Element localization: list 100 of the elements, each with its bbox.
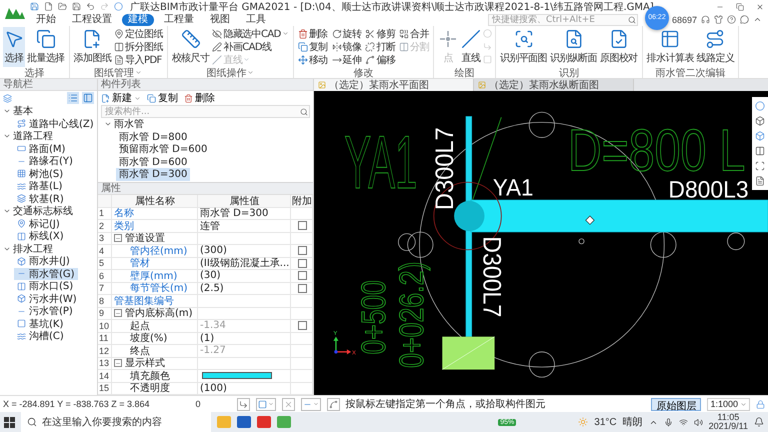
tool-button[interactable] [236, 398, 250, 410]
nav-group-label[interactable]: 交通标志标线 [13, 204, 73, 218]
wifi-icon[interactable] [678, 418, 688, 426]
save-icon[interactable] [72, 2, 81, 11]
panel-view-button[interactable] [82, 92, 94, 104]
ribbon-button[interactable]: 批量选择 [26, 27, 66, 67]
help-icon[interactable] [727, 15, 736, 24]
checkbox[interactable] [298, 284, 307, 293]
component-item[interactable]: 雨水管 D=800 [116, 130, 190, 143]
toolbar-button[interactable]: 复制 [147, 91, 178, 105]
nav-item[interactable]: 软基(R) [14, 192, 67, 205]
tool-button[interactable] [282, 398, 295, 410]
ribbon-button[interactable]: 延伸 [330, 53, 362, 66]
ribbon-button[interactable]: 识别纵断面 [549, 27, 598, 67]
checkbox[interactable] [298, 258, 307, 268]
menu-tab[interactable]: 开始 [30, 14, 62, 26]
lock-icon[interactable] [756, 400, 765, 408]
collapse-toggle[interactable] [114, 359, 122, 368]
ribbon-button[interactable]: 线路定义 [696, 27, 736, 67]
ribbon-button[interactable]: 补画CAD线 [211, 40, 290, 53]
menu-tab[interactable]: 工程量 [158, 14, 200, 26]
circle-icon[interactable] [755, 101, 765, 111]
ribbon-button[interactable]: 选择 [3, 27, 25, 67]
ribbon-button[interactable]: 删除 [296, 27, 329, 40]
menu-tab[interactable]: 视图 [204, 14, 236, 26]
ribbon-button[interactable]: 添加图纸 [72, 27, 112, 67]
scale-select[interactable]: 1:1000 [707, 398, 750, 410]
ribbon-button[interactable]: 打断 [364, 40, 396, 53]
menu-tab[interactable]: 工程设置 [66, 14, 118, 26]
component-search-field[interactable]: 搜索构件... [101, 105, 310, 118]
taskbar-search-field[interactable]: 在这里输入你要搜索的内容 [21, 412, 211, 432]
tool-button[interactable] [326, 398, 340, 410]
nav-item[interactable]: 污水井(W) [14, 292, 80, 305]
tree-group-label[interactable]: 雨水管 [114, 117, 144, 132]
folder-icon[interactable] [58, 2, 67, 11]
ribbon-button[interactable]: 旋转 [330, 27, 362, 40]
nav-item[interactable]: 污水管(P) [14, 305, 76, 318]
chat-icon[interactable] [740, 15, 749, 24]
ribbon-button[interactable]: 直线 [460, 27, 482, 67]
collapse-icon[interactable] [753, 15, 762, 24]
windows-logo[interactable] [4, 416, 15, 428]
ribbon-button[interactable]: 偏移 [364, 53, 396, 66]
nav-item[interactable]: 路基(L) [14, 180, 66, 192]
speaker-icon[interactable] [694, 418, 703, 426]
document-icon[interactable] [755, 176, 765, 186]
component-item[interactable]: 预留雨水管 D=600 [116, 143, 210, 156]
drawing-tab[interactable]: （选定）某雨水平面图 [314, 79, 474, 91]
ribbon-button[interactable]: 识别平面图 [499, 27, 548, 67]
circle-icon[interactable] [114, 2, 123, 11]
nav-group-label[interactable]: 排水工程 [13, 242, 53, 256]
list-view-button[interactable] [67, 92, 79, 104]
ribbon-button[interactable]: 原图校对 [599, 27, 639, 67]
menu-tab[interactable]: 建模 [122, 14, 154, 26]
nav-item[interactable]: 道路中心线(Z) [14, 118, 97, 130]
collapse-toggle[interactable] [114, 234, 122, 242]
cube-icon[interactable] [755, 116, 765, 126]
nav-item[interactable]: 路面(M) [14, 142, 68, 155]
tool-button[interactable] [256, 398, 276, 410]
component-item[interactable]: 雨水管 D=600 [116, 156, 190, 168]
nav-group-label[interactable]: 道路工程 [13, 129, 53, 144]
ribbon-button[interactable]: 镜像 [330, 40, 362, 53]
headset-icon[interactable] [701, 15, 710, 24]
collapse-toggle[interactable] [114, 309, 122, 318]
columns-icon[interactable] [755, 146, 765, 156]
nav-item[interactable]: 标线(X) [14, 230, 67, 242]
nav-item[interactable]: 雨水口(S) [14, 280, 76, 292]
ribbon-button[interactable]: 排水计算表 [646, 27, 695, 67]
nav-item[interactable]: 标记(J) [14, 218, 63, 230]
save-icon[interactable] [30, 2, 39, 11]
nav-group-label[interactable]: 基本 [13, 104, 33, 118]
toolbar-button[interactable]: 新建 [101, 91, 141, 105]
nav-item[interactable]: 沟槽(C) [14, 330, 67, 342]
cube-icon[interactable] [755, 131, 765, 141]
fill-color-swatch[interactable] [202, 372, 272, 380]
undo-icon[interactable] [86, 2, 95, 11]
mic-icon[interactable] [664, 418, 673, 426]
nav-item[interactable]: 树池(S) [14, 168, 66, 180]
frame-icon[interactable] [755, 161, 765, 171]
ribbon-button[interactable]: 校核尺寸 [170, 27, 210, 67]
checkbox[interactable] [298, 221, 307, 230]
layer-button[interactable]: 原始图层 [651, 398, 702, 410]
nav-item[interactable]: 路缘石(Y) [14, 155, 76, 168]
nav-item[interactable]: 雨水管(G) [14, 268, 78, 280]
nav-item[interactable]: 基坑(K) [14, 318, 66, 330]
menu-tab[interactable]: 工具 [240, 14, 272, 26]
toolbar-button[interactable]: 删除 [184, 91, 215, 105]
checkbox[interactable] [298, 321, 307, 330]
ribbon-button[interactable]: 复制 [296, 40, 329, 53]
new-file-icon[interactable] [44, 2, 53, 11]
ribbon-button[interactable]: 拆分图纸 [113, 40, 164, 53]
drawing-tab[interactable]: （选定）某雨水纵断面图 [474, 79, 634, 91]
ribbon-button[interactable]: 修剪 [364, 27, 396, 40]
checkbox[interactable] [298, 271, 307, 280]
ribbon-button[interactable]: 移动 [296, 53, 329, 66]
ribbon-button[interactable]: 隐藏选中CAD [211, 27, 290, 40]
ribbon-button[interactable]: 合并 [398, 27, 430, 40]
ribbon-button[interactable]: 导入PDF [113, 53, 164, 66]
ribbon-button[interactable]: 定位图纸 [113, 27, 164, 40]
shirt-icon[interactable] [714, 15, 723, 24]
notification-icon[interactable] [754, 417, 764, 427]
